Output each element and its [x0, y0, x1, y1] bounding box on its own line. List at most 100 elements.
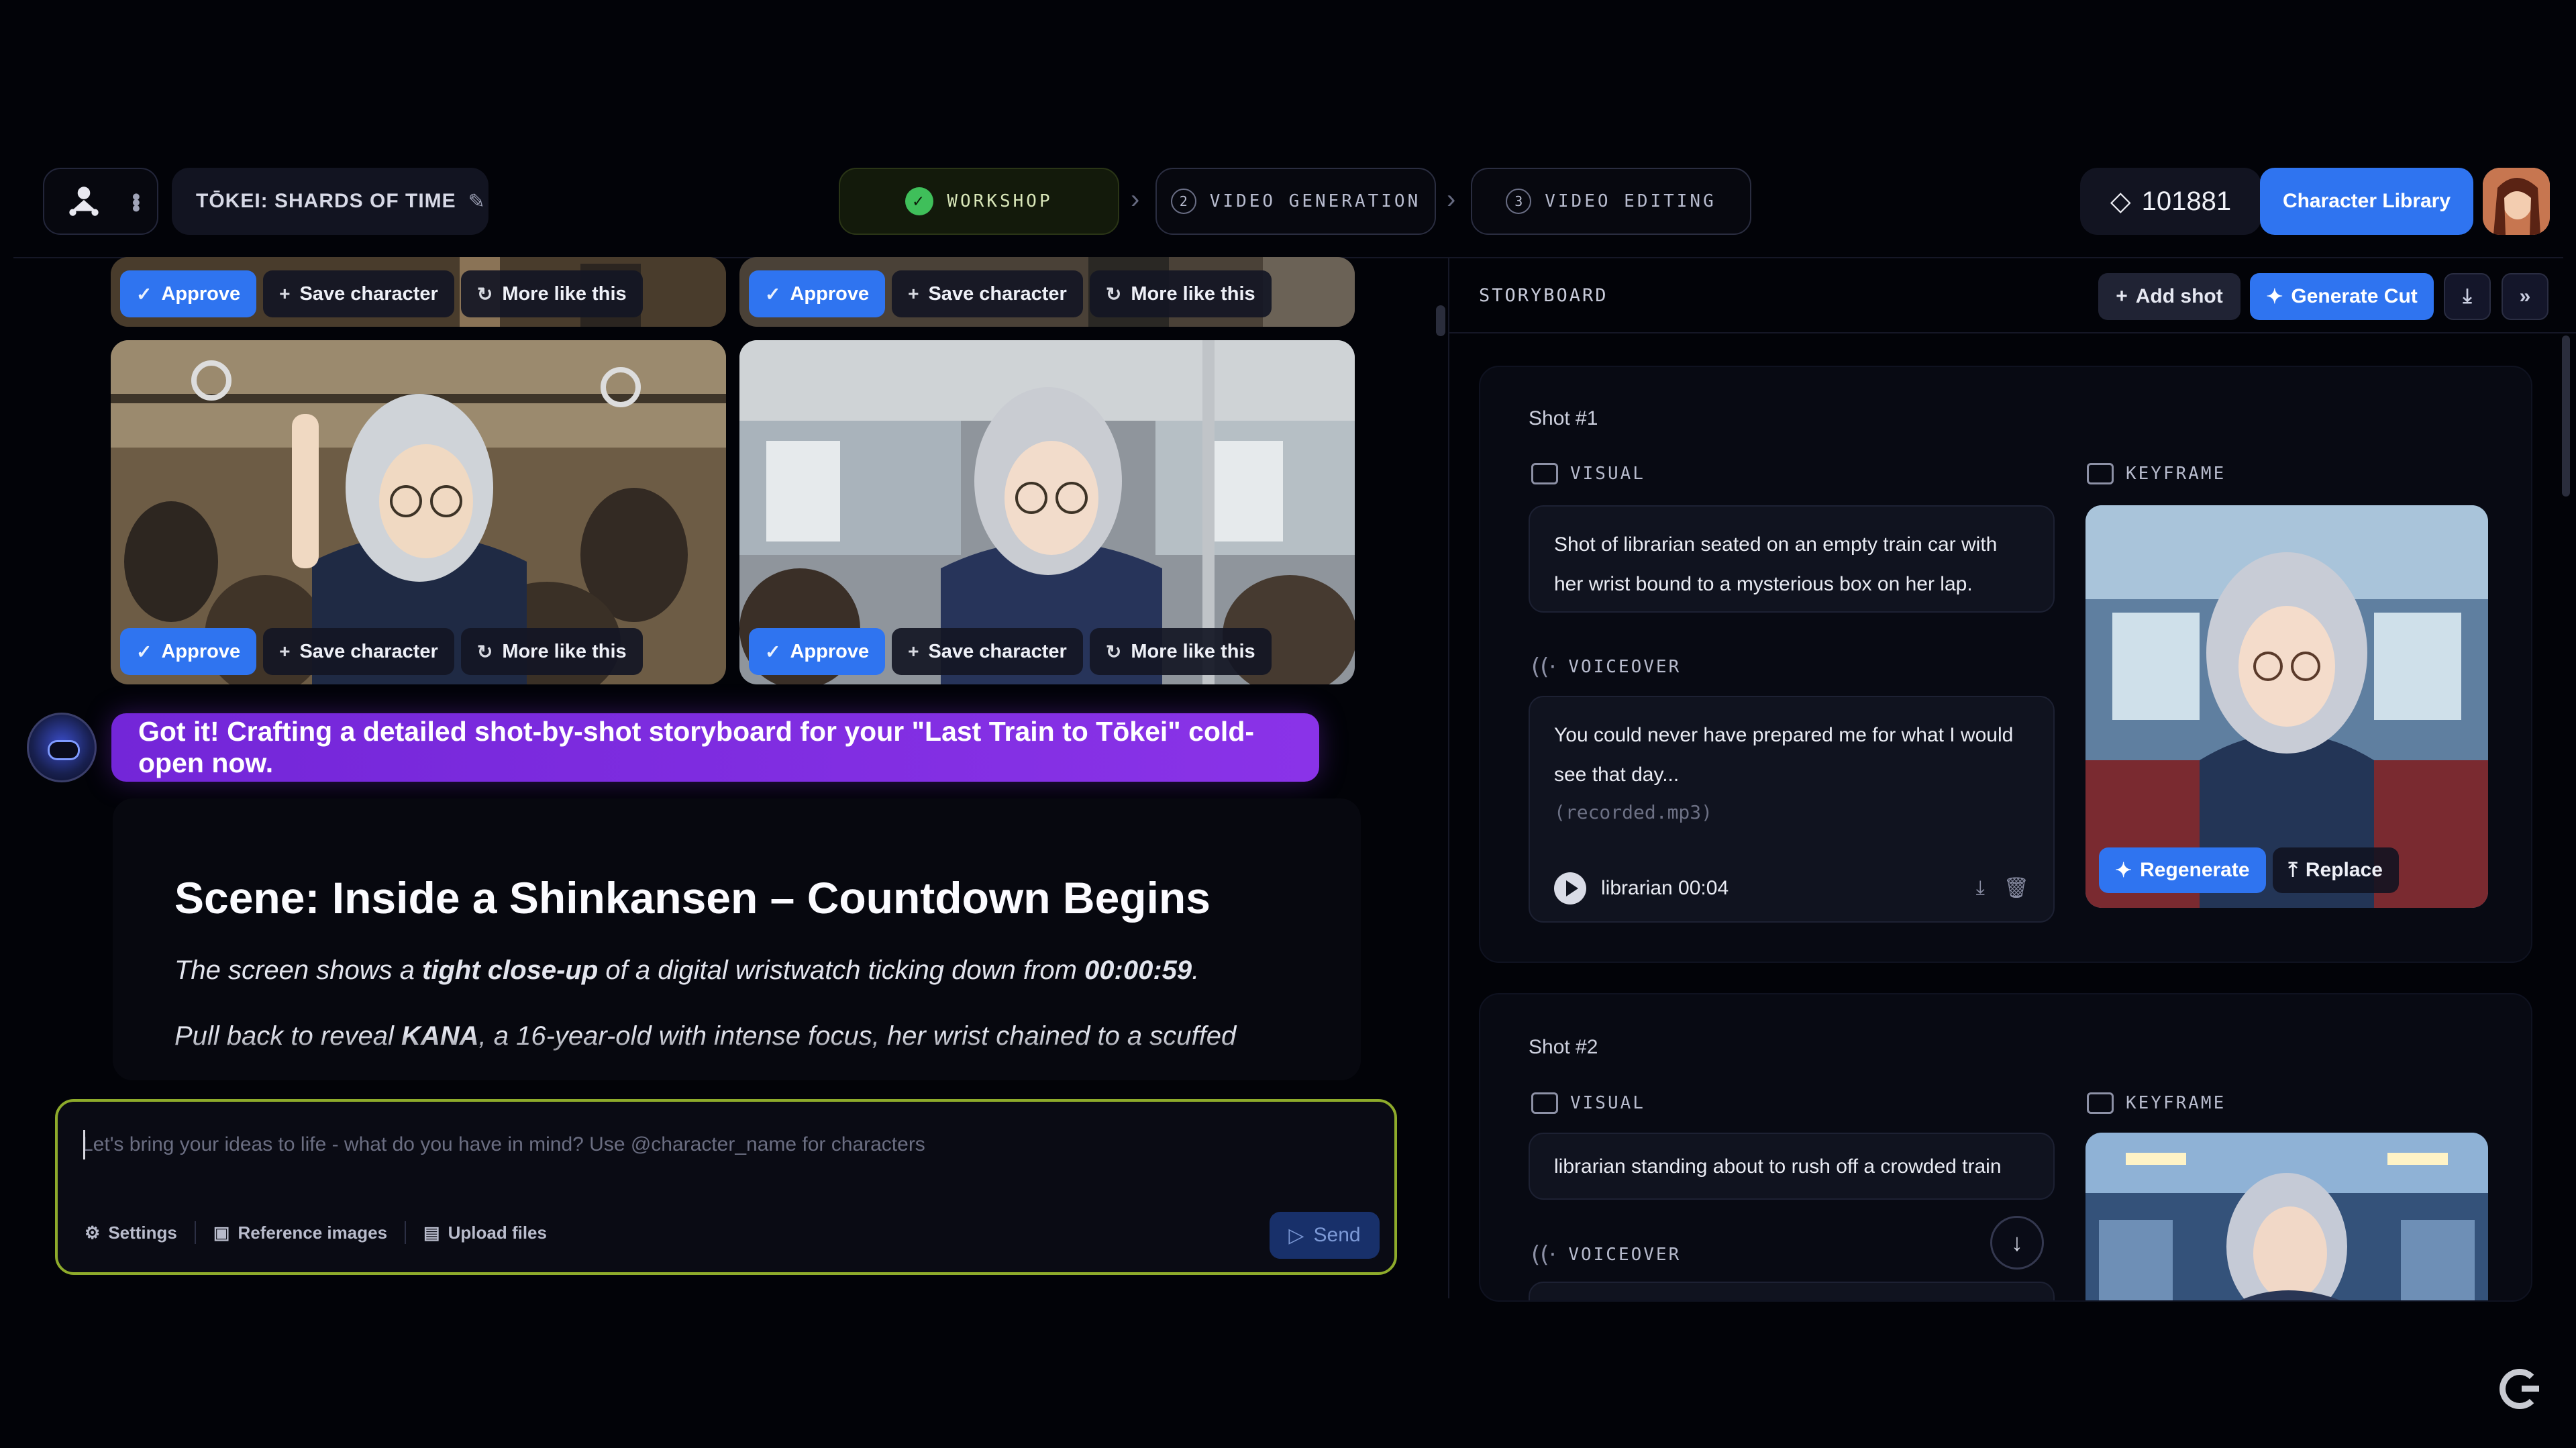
- send-icon: ▷: [1288, 1224, 1304, 1247]
- approve-button[interactable]: ✓ Approve: [749, 628, 886, 675]
- character-library-button[interactable]: Character Library: [2260, 168, 2473, 235]
- voiceover-box[interactable]: [1529, 1282, 2055, 1300]
- project-name: TŌKEI: SHARDS OF TIME: [196, 190, 456, 212]
- visual-description[interactable]: librarian standing about to rush off a c…: [1529, 1133, 2055, 1200]
- approve-button[interactable]: ✓ Approve: [749, 270, 886, 317]
- prompt-input[interactable]: [82, 1125, 1343, 1165]
- save-character-button[interactable]: + Save character: [263, 628, 454, 675]
- settings-label: Settings: [108, 1222, 177, 1243]
- more-like-this-button[interactable]: ↻ More like this: [1089, 628, 1272, 675]
- save-character-label: Save character: [928, 282, 1067, 305]
- collapse-panel-icon[interactable]: »: [2502, 273, 2548, 320]
- step-label: VIDEO GENERATION: [1209, 191, 1421, 211]
- storyboard-scrollbar[interactable]: [2562, 335, 2570, 497]
- panel-divider: [1448, 258, 1449, 1298]
- more-like-this-label: More like this: [502, 640, 627, 662]
- save-character-label: Save character: [299, 282, 438, 305]
- replace-button[interactable]: ⤒ Replace: [2272, 847, 2399, 893]
- reference-images-button[interactable]: ▣ Reference images: [213, 1223, 387, 1243]
- step-video-editing[interactable]: 3 VIDEO EDITING: [1471, 168, 1751, 235]
- image-icon: ▣: [213, 1222, 230, 1243]
- chat-scrollbar[interactable]: [1436, 305, 1445, 336]
- video-icon: [1531, 463, 1558, 484]
- voiceover-label-text: VOICEOVER: [1568, 657, 1682, 677]
- image-actions: ✓ Approve + Save character ↻ More like this: [120, 628, 643, 675]
- voiceover-label-text: VOICEOVER: [1568, 1245, 1682, 1265]
- settings-button[interactable]: ⚙ Settings: [85, 1223, 177, 1243]
- save-character-label: Save character: [928, 640, 1067, 662]
- edit-pencil-icon[interactable]: ✎: [468, 190, 486, 213]
- step-label: WORKSHOP: [947, 191, 1053, 211]
- save-character-button[interactable]: + Save character: [892, 628, 1083, 675]
- app-menu-button[interactable]: •••: [43, 168, 158, 235]
- more-like-this-button[interactable]: ↻ More like this: [460, 270, 643, 317]
- play-icon[interactable]: [1554, 872, 1586, 904]
- regenerate-button[interactable]: ✦ Regenerate: [2099, 847, 2266, 893]
- check-icon: ✓: [765, 641, 781, 662]
- assistant-message: Got it! Crafting a detailed shot-by-shot…: [111, 713, 1319, 782]
- text-span: The screen shows a: [174, 955, 423, 985]
- scroll-down-button[interactable]: ↓: [1990, 1216, 2044, 1270]
- step-workshop[interactable]: ✓ WORKSHOP: [839, 168, 1119, 235]
- user-avatar[interactable]: [2483, 168, 2550, 235]
- more-like-this-button[interactable]: ↻ More like this: [460, 628, 643, 675]
- generate-cut-button[interactable]: ✦ Generate Cut: [2250, 273, 2434, 320]
- more-like-this-label: More like this: [1131, 640, 1255, 662]
- save-character-label: Save character: [299, 640, 438, 662]
- save-character-button[interactable]: + Save character: [263, 270, 454, 317]
- text-emphasis: 00:00:59: [1084, 955, 1192, 985]
- refresh-icon: ↻: [476, 283, 493, 305]
- shot-title: Shot #1: [1529, 407, 1598, 429]
- generated-image-card[interactable]: ✓ Approve + Save character ↻ More like this: [739, 257, 1355, 327]
- visual-description[interactable]: Shot of librarian seated on an empty tra…: [1529, 505, 2055, 613]
- step-label: VIDEO EDITING: [1545, 191, 1716, 211]
- plus-icon: +: [908, 283, 919, 304]
- check-circle-icon: ✓: [905, 187, 934, 215]
- arrow-down-icon: ↓: [2011, 1229, 2023, 1256]
- generated-image-card[interactable]: ✓ Approve + Save character ↻ More like this: [739, 340, 1355, 684]
- approve-button[interactable]: ✓ Approve: [120, 270, 257, 317]
- approve-button[interactable]: ✓ Approve: [120, 628, 257, 675]
- send-button[interactable]: ▷ Send: [1270, 1212, 1380, 1259]
- step-number: 2: [1170, 189, 1196, 214]
- scene-paragraph: The screen shows a tight close-up of a d…: [174, 950, 1299, 990]
- project-name-pill[interactable]: TŌKEI: SHARDS OF TIME ✎: [172, 168, 488, 235]
- credits-pill[interactable]: ◇ 101881: [2080, 168, 2261, 235]
- image-icon: [2087, 463, 2114, 484]
- storyboard-title: STORYBOARD: [1479, 285, 1608, 306]
- scene-description-card: Scene: Inside a Shinkansen – Countdown B…: [113, 798, 1361, 1080]
- trash-icon[interactable]: 🗑: [2004, 869, 2029, 909]
- more-like-this-label: More like this: [502, 282, 627, 305]
- approve-label: Approve: [161, 282, 241, 305]
- credits-count: 101881: [2141, 186, 2232, 216]
- download-icon[interactable]: ⤓: [2444, 273, 2491, 320]
- plus-icon: +: [908, 641, 919, 662]
- voiceover-text: You could never have prepared me for wha…: [1554, 724, 2014, 786]
- assistant-avatar-icon: [27, 713, 97, 782]
- generated-image-card[interactable]: ✓ Approve + Save character ↻ More like this: [111, 257, 726, 327]
- add-shot-button[interactable]: + Add shot: [2098, 273, 2240, 320]
- step-video-generation[interactable]: 2 VIDEO GENERATION: [1155, 168, 1436, 235]
- shot-title: Shot #2: [1529, 1036, 1598, 1058]
- upload-files-button[interactable]: ▤ Upload files: [423, 1223, 547, 1243]
- download-icon[interactable]: ⤓: [1976, 869, 1985, 909]
- replace-label: Replace: [2305, 859, 2383, 881]
- keyframe-image[interactable]: [2085, 1133, 2488, 1300]
- keyframe-picture: [2085, 1133, 2488, 1300]
- keyframe-label: KEYFRAME: [2087, 1092, 2226, 1114]
- chevron-right-icon: ›: [1131, 185, 1140, 214]
- keyframe-image[interactable]: ✦ Regenerate ⤒ Replace: [2085, 505, 2488, 908]
- refresh-icon: ↻: [476, 641, 493, 662]
- generated-image-card[interactable]: ✓ Approve + Save character ↻ More like this: [111, 340, 726, 684]
- voiceover-box[interactable]: You could never have prepared me for wha…: [1529, 696, 2055, 923]
- microphone-wave-icon: ((·: [1531, 654, 1557, 680]
- approve-label: Approve: [790, 282, 870, 305]
- sliders-icon: ⚙: [85, 1222, 101, 1243]
- scroll-fade: [113, 1033, 1361, 1080]
- save-character-button[interactable]: + Save character: [892, 270, 1083, 317]
- recorded-filename: (recorded.mp3): [1554, 801, 1713, 823]
- voiceover-label: ((· VOICEOVER: [1531, 654, 1681, 680]
- storyboard-header: STORYBOARD + Add shot ✦ Generate Cut ⤓ »: [1449, 258, 2576, 333]
- more-like-this-button[interactable]: ↻ More like this: [1089, 270, 1272, 317]
- approve-label: Approve: [161, 640, 241, 662]
